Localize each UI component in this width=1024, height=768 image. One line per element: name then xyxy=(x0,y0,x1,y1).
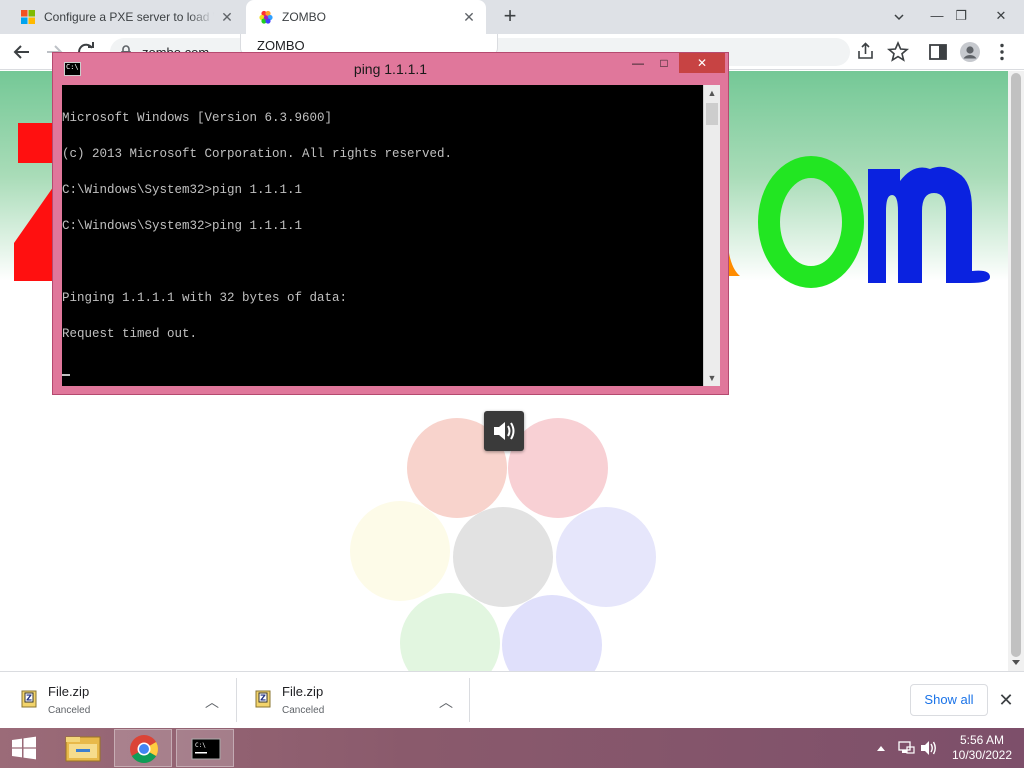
cmd-icon: C:\ xyxy=(191,738,221,760)
cmd-taskbar-button[interactable]: C:\ xyxy=(176,729,234,767)
svg-text:C:\: C:\ xyxy=(195,742,206,749)
close-tab-icon[interactable]: ✕ xyxy=(218,8,236,26)
scroll-up-arrow-icon[interactable]: ▲ xyxy=(704,85,720,101)
profile-avatar-icon[interactable] xyxy=(958,40,982,64)
volume-icon[interactable] xyxy=(918,728,940,768)
close-download-shelf-icon[interactable]: ✕ xyxy=(994,688,1018,712)
tab-strip: Configure a PXE server to load W ✕ ZOMBO… xyxy=(0,0,1024,34)
show-hidden-icons-icon[interactable] xyxy=(874,728,888,768)
tab-search-chevron-icon[interactable] xyxy=(882,0,916,34)
windows-logo-icon xyxy=(21,10,35,24)
file-explorer-taskbar-button[interactable] xyxy=(54,729,112,767)
cmd-scrollbar[interactable]: ▲ ▼ xyxy=(703,85,720,386)
sound-toggle-button[interactable] xyxy=(484,411,524,451)
suggestion-text: ZOMBO xyxy=(257,38,305,53)
windows-start-icon xyxy=(12,736,36,760)
show-all-button[interactable]: Show all xyxy=(910,684,988,716)
tab-title: ZOMBO xyxy=(282,10,326,24)
system-clock[interactable]: 5:56 AM 10/30/2022 xyxy=(946,733,1018,763)
console-line: Request timed out. xyxy=(62,327,198,341)
network-icon[interactable] xyxy=(896,728,916,768)
console-cursor-line xyxy=(62,364,703,376)
bookmark-star-icon[interactable] xyxy=(886,40,910,64)
speaker-icon xyxy=(494,422,515,440)
zombo-flower-icon xyxy=(259,10,273,24)
new-tab-button[interactable]: + xyxy=(498,5,522,29)
close-tab-icon[interactable]: ✕ xyxy=(460,8,478,26)
download-status: Canceled xyxy=(48,705,91,716)
scrollbar-thumb[interactable] xyxy=(1011,73,1021,657)
download-item[interactable]: Z File.zip Canceled ︿ xyxy=(0,672,234,729)
page-scrollbar[interactable] xyxy=(1008,71,1024,671)
clock-time: 5:56 AM xyxy=(959,733,1005,747)
download-filename: File.zip xyxy=(282,684,324,699)
cmd-minimize-button[interactable]: — xyxy=(625,53,651,73)
cmd-scrollbar-thumb[interactable] xyxy=(706,103,718,125)
close-window-icon[interactable]: ✕ xyxy=(984,0,1018,34)
console-line: Pinging 1.1.1.1 with 32 bytes of data: xyxy=(62,291,348,305)
console-line: C:\Windows\System32>ping 1.1.1.1 xyxy=(62,219,303,233)
tab-zombo[interactable]: ZOMBO ✕ xyxy=(246,0,486,34)
chrome-icon xyxy=(130,735,158,763)
console-line: C:\Windows\System32>pign 1.1.1.1 xyxy=(62,183,303,197)
scroll-down-arrow-icon[interactable] xyxy=(1011,659,1021,667)
restore-icon[interactable]: ❐ xyxy=(944,0,978,34)
start-button[interactable] xyxy=(0,729,48,767)
chrome-taskbar-button[interactable] xyxy=(114,729,172,767)
desktop: Configure a PXE server to load W ✕ ZOMBO… xyxy=(0,0,1024,768)
text-cursor xyxy=(62,374,70,376)
file-explorer-icon xyxy=(65,736,101,762)
cmd-maximize-button[interactable]: □ xyxy=(651,53,677,73)
console-line: Microsoft Windows [Version 6.3.9600] xyxy=(62,111,333,125)
chevron-up-icon[interactable]: ︿ xyxy=(200,690,224,714)
back-arrow-icon[interactable] xyxy=(10,40,34,64)
divider xyxy=(469,678,470,722)
taskbar: C:\ 5:56 AM 10/30/2022 xyxy=(0,728,1024,768)
svg-text:Z: Z xyxy=(260,694,266,703)
side-panel-icon[interactable] xyxy=(926,40,950,64)
download-item[interactable]: Z File.zip Canceled ︿ xyxy=(234,672,468,729)
clock-date: 10/30/2022 xyxy=(951,748,1013,762)
cmd-console-output[interactable]: Microsoft Windows [Version 6.3.9600] (c)… xyxy=(62,85,703,386)
tab-title: Configure a PXE server to load W xyxy=(44,10,214,24)
cmd-window[interactable]: C:\ ping 1.1.1.1 — □ ✕ Microsoft Windows… xyxy=(52,52,729,395)
more-menu-icon[interactable] xyxy=(990,40,1014,64)
zip-file-icon: Z xyxy=(21,690,37,708)
tab-pxe-server[interactable]: Configure a PXE server to load W ✕ xyxy=(8,0,244,34)
zip-file-icon: Z xyxy=(255,690,271,708)
svg-text:Z: Z xyxy=(26,694,32,703)
cmd-titlebar[interactable]: C:\ ping 1.1.1.1 — □ ✕ xyxy=(53,53,728,85)
scroll-down-arrow-icon[interactable]: ▼ xyxy=(704,370,720,386)
console-line: (c) 2013 Microsoft Corporation. All righ… xyxy=(62,147,453,161)
cmd-close-button[interactable]: ✕ xyxy=(679,53,725,73)
download-filename: File.zip xyxy=(48,684,90,699)
download-shelf: Z File.zip Canceled ︿ Z File.zip Cancele… xyxy=(0,671,1024,728)
download-status: Canceled xyxy=(282,705,325,716)
share-icon[interactable] xyxy=(854,40,878,64)
chevron-up-icon[interactable]: ︿ xyxy=(434,690,458,714)
